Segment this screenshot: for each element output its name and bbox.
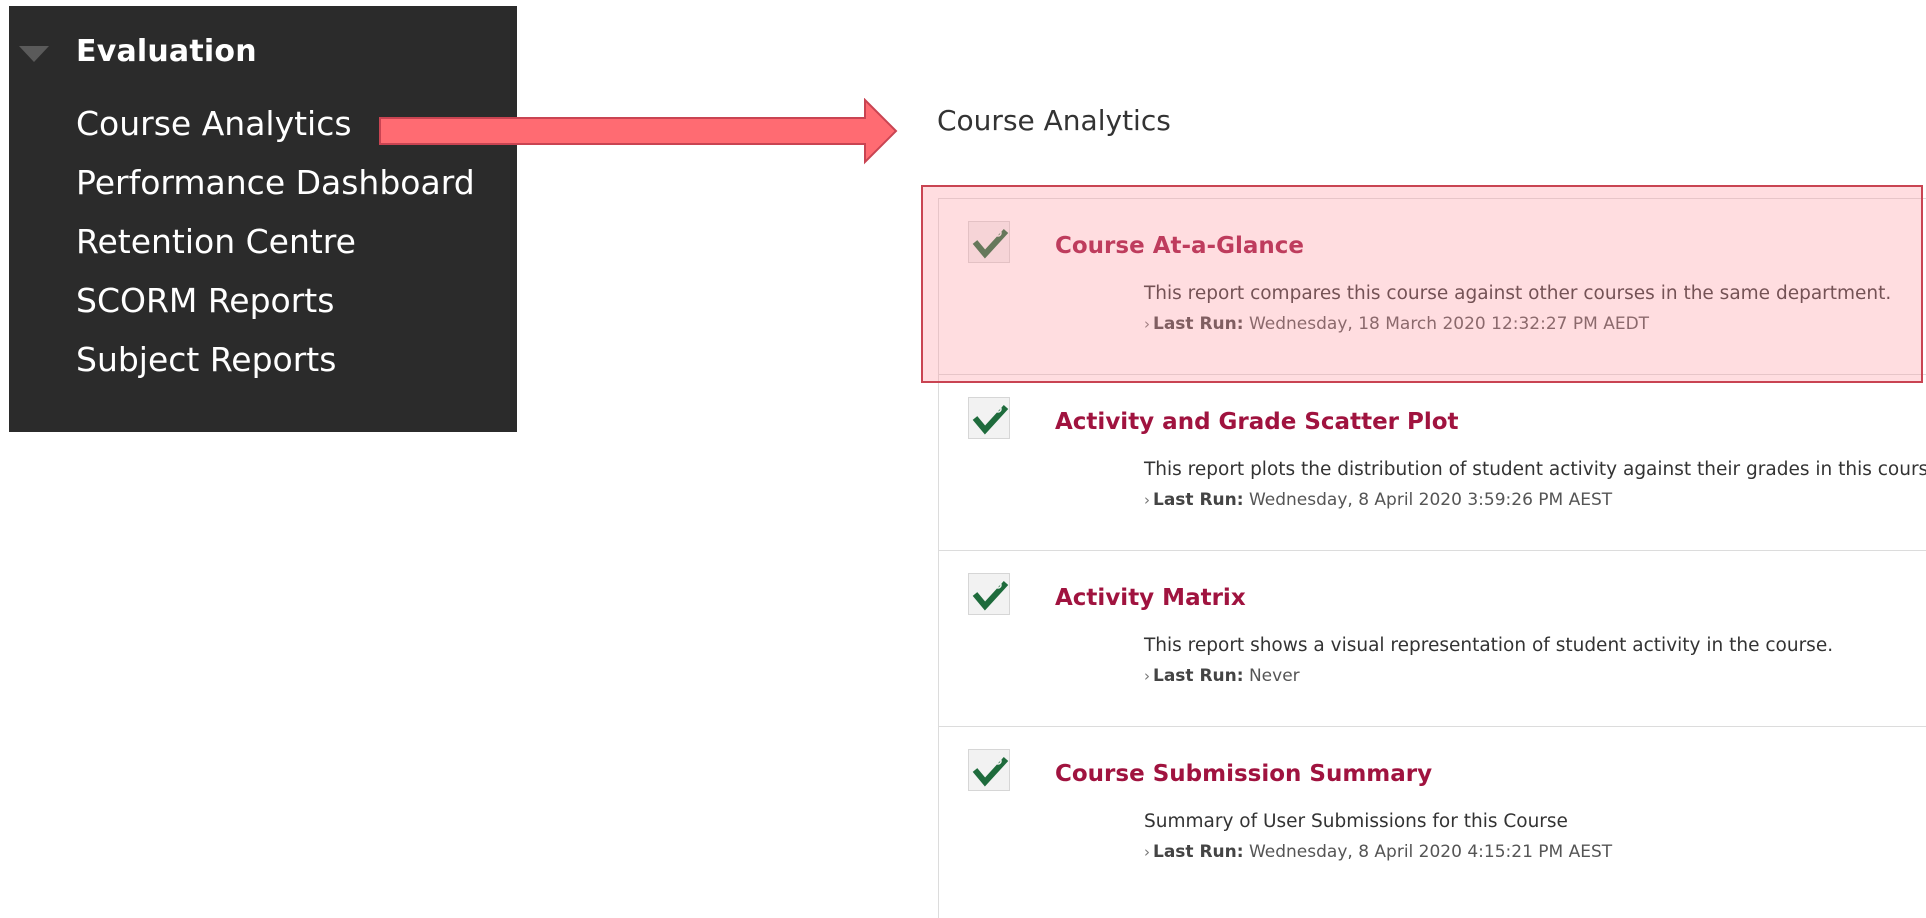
chevron-right-icon: › <box>1144 667 1150 685</box>
sidebar-item-course-analytics[interactable]: Course Analytics <box>76 104 352 143</box>
report-description: Summary of User Submissions for this Cou… <box>1144 811 1568 832</box>
check-icon <box>968 573 1010 615</box>
report-item-activity-grade-scatter: Activity and Grade Scatter Plot This rep… <box>938 374 1926 550</box>
chevron-right-icon: › <box>1144 491 1150 509</box>
arrow-right-icon <box>379 98 898 165</box>
chevron-right-icon: › <box>1144 843 1150 861</box>
last-run-value: Wednesday, 8 April 2020 4:15:21 PM AEST <box>1248 842 1613 862</box>
sidebar-menu: Evaluation Course Analytics Performance … <box>9 6 517 432</box>
sidebar-item-retention-centre[interactable]: Retention Centre <box>76 222 356 261</box>
report-item-course-submission-summary: Course Submission Summary Summary of Use… <box>938 726 1926 902</box>
report-description: This report plots the distribution of st… <box>1144 459 1926 480</box>
report-item-activity-matrix: Activity Matrix This report shows a visu… <box>938 550 1926 726</box>
last-run-label: Last Run: <box>1153 842 1244 862</box>
triangle-down-icon[interactable] <box>19 46 49 62</box>
report-last-run[interactable]: › Last Run: Wednesday, 8 April 2020 3:59:… <box>1144 490 1612 510</box>
check-icon <box>968 397 1010 439</box>
report-title-link[interactable]: Course Submission Summary <box>1055 761 1432 787</box>
last-run-value: Never <box>1248 666 1300 686</box>
highlight-annotation <box>921 185 1923 383</box>
sidebar-heading[interactable]: Evaluation <box>76 34 257 69</box>
report-description: This report shows a visual representatio… <box>1144 635 1834 656</box>
last-run-label: Last Run: <box>1153 666 1244 686</box>
sidebar-item-scorm-reports[interactable]: SCORM Reports <box>76 281 334 320</box>
report-title-link[interactable]: Activity Matrix <box>1055 585 1246 611</box>
check-icon <box>968 749 1010 791</box>
report-last-run[interactable]: › Last Run: Never <box>1144 666 1300 686</box>
last-run-value: Wednesday, 8 April 2020 3:59:26 PM AEST <box>1248 490 1613 510</box>
sidebar-item-performance-dashboard[interactable]: Performance Dashboard <box>76 163 475 202</box>
page-title: Course Analytics <box>937 104 1171 137</box>
last-run-label: Last Run: <box>1153 490 1244 510</box>
report-title-link[interactable]: Activity and Grade Scatter Plot <box>1055 409 1459 435</box>
sidebar-item-subject-reports[interactable]: Subject Reports <box>76 340 336 379</box>
report-last-run[interactable]: › Last Run: Wednesday, 8 April 2020 4:15:… <box>1144 842 1612 862</box>
